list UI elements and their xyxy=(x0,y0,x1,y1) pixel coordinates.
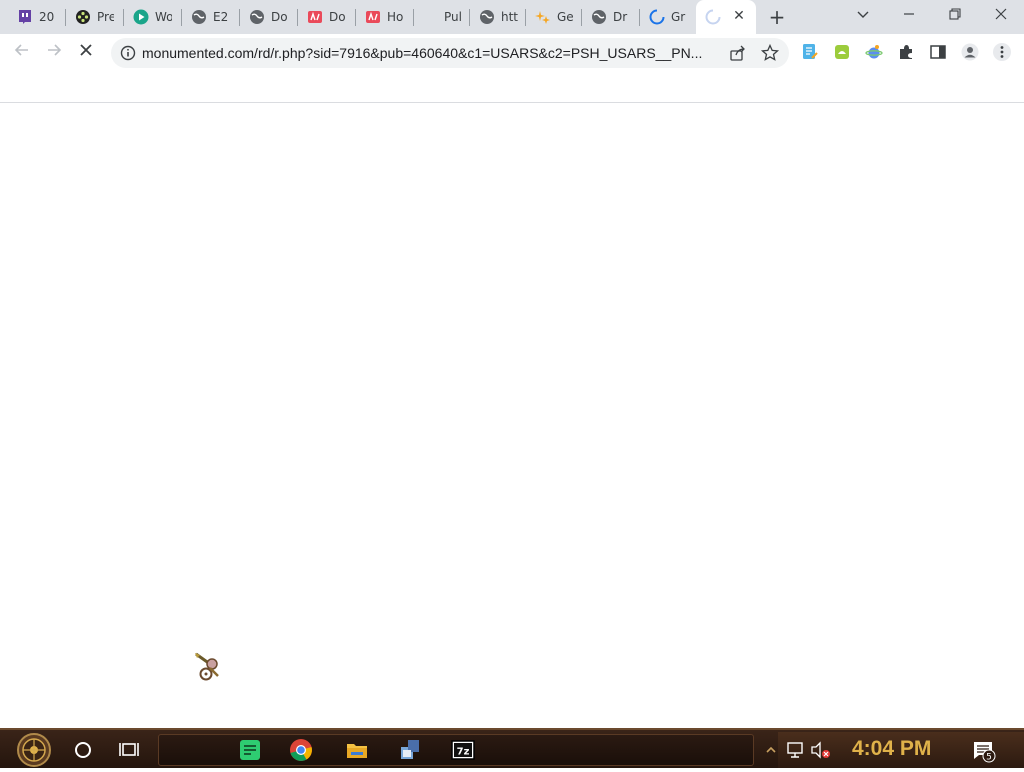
taskbar-installer-app[interactable] xyxy=(398,738,422,762)
bookmarks-bar xyxy=(0,72,1024,103)
twitch-icon xyxy=(17,9,33,25)
stop-loading-button[interactable] xyxy=(74,41,98,65)
sparkle-icon xyxy=(535,9,551,25)
back-button[interactable] xyxy=(10,41,34,65)
chevron-up-icon xyxy=(766,746,776,753)
sticky-notes-icon xyxy=(240,740,260,760)
globe-icon xyxy=(191,9,207,25)
notification-count: 5 xyxy=(986,753,992,763)
tab-11[interactable]: Dr xyxy=(582,0,640,34)
tab-title: Pul xyxy=(444,10,462,24)
close-icon xyxy=(995,8,1007,20)
film-reel-icon xyxy=(75,9,91,25)
address-bar[interactable]: monumented.com/rd/r.php?sid=7916&pub=460… xyxy=(111,38,789,68)
globe-icon xyxy=(479,9,495,25)
forward-button[interactable] xyxy=(42,41,66,65)
tab-3[interactable]: Wo xyxy=(124,0,182,34)
tab-5[interactable]: Do xyxy=(240,0,298,34)
chrome-icon xyxy=(290,739,312,761)
tab-9[interactable]: htt xyxy=(470,0,526,34)
volume-muted-icon[interactable] xyxy=(810,740,832,760)
circle-icon xyxy=(75,742,91,758)
tab-active[interactable]: ✕ xyxy=(696,0,756,34)
bookmark-star-icon[interactable] xyxy=(760,43,780,63)
url-text[interactable]: monumented.com/rd/r.php?sid=7916&pub=460… xyxy=(142,45,702,61)
tab-12[interactable]: Gr xyxy=(640,0,696,34)
globe-icon xyxy=(249,9,265,25)
tab-2[interactable]: Pre xyxy=(66,0,124,34)
taskbar-file-explorer-app[interactable] xyxy=(345,738,369,762)
7zip-icon: 7z xyxy=(451,740,475,760)
menu-kebab-icon[interactable] xyxy=(993,43,1011,61)
loading-icon xyxy=(649,9,665,25)
close-tab-icon[interactable]: ✕ xyxy=(731,8,747,24)
restore-button[interactable] xyxy=(944,6,966,28)
network-icon[interactable] xyxy=(786,740,806,760)
steampunk-cursor-icon xyxy=(192,650,226,684)
tab-title: Ho xyxy=(387,10,404,24)
notes-extension-icon[interactable] xyxy=(801,43,819,61)
tab-strip: 20 Pre Wo E2 Do Do Ho Pul htt Ge Dr Gr ✕… xyxy=(0,0,1024,34)
tab-title: Do xyxy=(329,10,346,24)
taskbar: 7z 4:04 PM 5 xyxy=(0,728,1024,768)
tab-title: Pre xyxy=(97,10,114,24)
tab-4[interactable]: E2 xyxy=(182,0,240,34)
svg-text:7z: 7z xyxy=(457,747,470,758)
arrow-left-icon xyxy=(14,44,28,56)
tab-title: Wo xyxy=(155,10,172,24)
tab-title: E2 xyxy=(213,10,229,24)
taskbar-notes-app[interactable] xyxy=(238,738,262,762)
globe-icon xyxy=(591,9,607,25)
minimize-button[interactable] xyxy=(898,6,920,28)
clock[interactable]: 4:04 PM xyxy=(852,737,931,761)
taskbar-chrome-app[interactable] xyxy=(289,738,313,762)
restore-icon xyxy=(949,8,961,20)
new-tab-button[interactable]: + xyxy=(766,6,788,28)
chevron-down-icon xyxy=(857,11,869,18)
task-view-button[interactable] xyxy=(118,738,142,762)
side-panel-icon[interactable] xyxy=(929,43,947,61)
tab-title: htt xyxy=(501,10,518,24)
store-icon xyxy=(307,9,323,25)
tab-title: Dr xyxy=(613,10,628,24)
steampunk-start-icon xyxy=(17,733,51,767)
play-circle-icon xyxy=(133,9,149,25)
loading-icon xyxy=(705,9,721,25)
share-icon[interactable] xyxy=(728,43,748,63)
tab-title: Do xyxy=(271,10,288,24)
tab-title: Gr xyxy=(671,10,686,24)
profile-avatar-icon[interactable] xyxy=(961,43,979,61)
tab-7[interactable]: Ho xyxy=(356,0,414,34)
cortana-search-button[interactable] xyxy=(71,738,95,762)
close-icon xyxy=(80,44,92,56)
task-view-icon xyxy=(119,743,139,756)
tab-10[interactable]: Ge xyxy=(526,0,582,34)
android-extension-icon[interactable] xyxy=(833,43,851,61)
tab-title: 20 xyxy=(39,10,55,24)
folder-icon xyxy=(347,744,367,758)
tab-8[interactable]: Pul xyxy=(414,0,470,34)
store-icon xyxy=(365,9,381,25)
tab-1[interactable]: 20 xyxy=(8,0,66,34)
tab-search-button[interactable] xyxy=(852,6,874,28)
site-info-icon[interactable] xyxy=(119,44,137,62)
tab-6[interactable]: Do xyxy=(298,0,356,34)
puzzle-extensions-icon[interactable] xyxy=(897,43,915,61)
system-tray: 4:04 PM 5 xyxy=(766,732,1024,768)
page-content xyxy=(0,104,1024,728)
taskbar-7zip-app[interactable]: 7z xyxy=(451,738,475,762)
tab-title: Ge xyxy=(557,10,574,24)
minimize-icon xyxy=(904,13,914,15)
installer-icon xyxy=(401,740,419,759)
notifications-icon[interactable]: 5 xyxy=(972,739,996,763)
start-button[interactable] xyxy=(10,732,58,768)
close-window-button[interactable] xyxy=(990,6,1012,28)
show-hidden-icons-button[interactable] xyxy=(764,742,778,758)
planet-extension-icon[interactable] xyxy=(865,43,883,61)
arrow-right-icon xyxy=(48,44,62,56)
